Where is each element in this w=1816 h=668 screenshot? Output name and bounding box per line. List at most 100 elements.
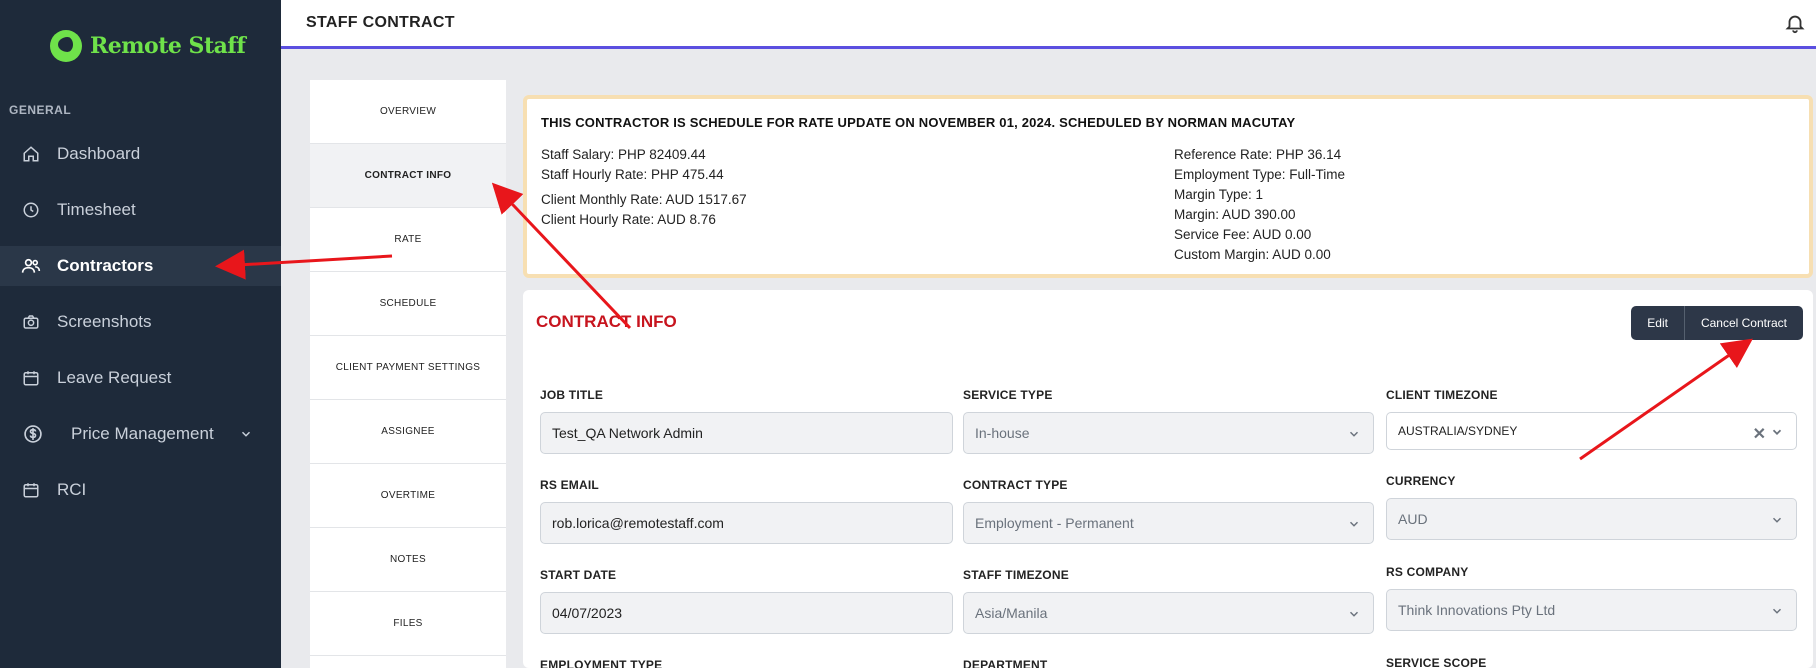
- staff-salary: Staff Salary: PHP 82409.44: [541, 147, 706, 162]
- sidebar-item-screenshots[interactable]: Screenshots: [0, 302, 281, 342]
- currency-select[interactable]: AUD: [1386, 498, 1797, 540]
- contract-type-select[interactable]: Employment - Permanent: [963, 502, 1374, 544]
- tab-assignee[interactable]: ASSIGNEE: [310, 400, 506, 464]
- service-type-field: SERVICE TYPE In-house: [963, 388, 1374, 454]
- sidebar-item-timesheet[interactable]: Timesheet: [0, 190, 281, 230]
- sidebar: Remote Staff GENERAL Dashboard Timesheet…: [0, 0, 281, 668]
- sidebar-section-label: GENERAL: [9, 103, 72, 117]
- contract-type-field: CONTRACT TYPE Employment - Permanent: [963, 478, 1374, 544]
- field-label: RS COMPANY: [1386, 565, 1469, 579]
- sidebar-item-label: Leave Request: [57, 368, 172, 387]
- contract-tabs: OVERVIEW CONTRACT INFO RATE SCHEDULE CLI…: [310, 80, 506, 668]
- field-label: CONTRACT TYPE: [963, 478, 1068, 492]
- camera-icon: [21, 312, 41, 332]
- field-label: EMPLOYMENT TYPE: [540, 658, 663, 668]
- rs-company-field: RS COMPANY Think Innovations Pty Ltd: [1386, 565, 1797, 631]
- calendar-icon: [21, 368, 41, 388]
- section-title: CONTRACT INFO: [536, 312, 677, 331]
- chevron-down-icon: [1770, 604, 1784, 621]
- field-label: START DATE: [540, 568, 617, 582]
- margin-type: Margin Type: 1: [1174, 187, 1264, 202]
- field-label: JOB TITLE: [540, 388, 604, 402]
- custom-margin: Custom Margin: AUD 0.00: [1174, 247, 1331, 262]
- select-value: AUSTRALIA/SYDNEY: [1398, 424, 1518, 438]
- service-fee: Service Fee: AUD 0.00: [1174, 227, 1312, 242]
- sidebar-item-label: Timesheet: [57, 200, 136, 219]
- alert-title: THIS CONTRACTOR IS SCHEDULE FOR RATE UPD…: [541, 115, 1296, 130]
- chevron-down-icon[interactable]: [1770, 425, 1784, 442]
- cancel-contract-button[interactable]: Cancel Contract: [1683, 306, 1803, 340]
- page-title: STAFF CONTRACT: [306, 14, 455, 31]
- sidebar-item-label: Contractors: [57, 256, 154, 275]
- margin: Margin: AUD 390.00: [1174, 207, 1296, 222]
- chevron-down-icon: [1347, 517, 1361, 534]
- rs-company-select[interactable]: Think Innovations Pty Ltd: [1386, 589, 1797, 631]
- job-title-input[interactable]: Test_QA Network Admin: [540, 412, 953, 454]
- contract-info-card: CONTRACT INFO Edit Cancel Contract JOB T…: [523, 290, 1813, 668]
- tab-schedule[interactable]: SCHEDULE: [310, 272, 506, 336]
- sidebar-item-label: Screenshots: [57, 312, 152, 331]
- field-label: SERVICE SCOPE: [1386, 656, 1487, 668]
- client-hourly-rate: Client Hourly Rate: AUD 8.76: [541, 212, 716, 227]
- sidebar-item-price-management[interactable]: Price Management: [0, 414, 281, 454]
- clear-icon[interactable]: ✕: [1753, 424, 1766, 444]
- select-value: Think Innovations Pty Ltd: [1398, 602, 1556, 618]
- select-value: In-house: [975, 425, 1030, 441]
- top-header: STAFF CONTRACT: [281, 0, 1816, 49]
- chevron-down-icon: [1347, 427, 1361, 444]
- rs-email-field: RS EMAIL rob.lorica@remotestaff.com: [540, 478, 953, 544]
- rs-email-input[interactable]: rob.lorica@remotestaff.com: [540, 502, 953, 544]
- job-title-field: JOB TITLE Test_QA Network Admin: [540, 388, 953, 454]
- currency-field: CURRENCY AUD: [1386, 474, 1797, 540]
- field-label: DEPARTMENT: [963, 658, 1048, 668]
- bell-icon[interactable]: [1784, 12, 1806, 34]
- staff-timezone-select[interactable]: Asia/Manila: [963, 592, 1374, 634]
- sidebar-item-dashboard[interactable]: Dashboard: [0, 134, 281, 174]
- logo-icon: [50, 30, 82, 62]
- clock-icon: [21, 200, 41, 220]
- start-date-input[interactable]: 04/07/2023: [540, 592, 953, 634]
- chevron-down-icon: [1347, 607, 1361, 624]
- service-type-select[interactable]: In-house: [963, 412, 1374, 454]
- reference-rate: Reference Rate: PHP 36.14: [1174, 147, 1342, 162]
- start-date-field: START DATE 04/07/2023: [540, 568, 953, 634]
- client-monthly-rate: Client Monthly Rate: AUD 1517.67: [541, 192, 747, 207]
- alert-rates-left: Staff Salary: PHP 82409.44 Staff Hourly …: [541, 145, 747, 230]
- client-timezone-select[interactable]: AUSTRALIA/SYDNEY ✕: [1386, 412, 1797, 450]
- chevron-down-icon[interactable]: [239, 426, 253, 446]
- employment-type-info: Employment Type: Full-Time: [1174, 167, 1346, 182]
- field-label: RS EMAIL: [540, 478, 599, 492]
- chevron-down-icon: [1770, 513, 1784, 530]
- edit-button[interactable]: Edit: [1631, 306, 1684, 340]
- employment-type-field: EMPLOYMENT TYPE: [540, 658, 953, 668]
- dollar-icon: [23, 424, 43, 444]
- tab-overtime[interactable]: OVERTIME: [310, 464, 506, 528]
- brand-logo[interactable]: Remote Staff: [50, 30, 246, 62]
- tab-client-payment-settings[interactable]: CLIENT PAYMENT SETTINGS: [310, 336, 506, 400]
- sidebar-item-label: Price Management: [71, 424, 214, 443]
- field-label: SERVICE TYPE: [963, 388, 1053, 402]
- rate-update-alert: THIS CONTRACTOR IS SCHEDULE FOR RATE UPD…: [523, 95, 1813, 278]
- brand-name: Remote Staff: [90, 33, 246, 59]
- sidebar-item-leave-request[interactable]: Leave Request: [0, 358, 281, 398]
- tab-rate[interactable]: RATE: [310, 208, 506, 272]
- sidebar-item-label: RCI: [57, 480, 87, 499]
- staff-timezone-field: STAFF TIMEZONE Asia/Manila: [963, 568, 1374, 634]
- contract-actions: Edit Cancel Contract: [1631, 306, 1803, 340]
- alert-rates-right: Reference Rate: PHP 36.14 Employment Typ…: [1174, 145, 1345, 265]
- client-timezone-field: CLIENT TIMEZONE AUSTRALIA/SYDNEY ✕: [1386, 388, 1797, 450]
- sidebar-item-rci[interactable]: RCI: [0, 470, 281, 510]
- field-label: CLIENT TIMEZONE: [1386, 388, 1498, 402]
- select-value: AUD: [1398, 511, 1428, 527]
- tab-notes[interactable]: NOTES: [310, 528, 506, 592]
- tab-overview[interactable]: OVERVIEW: [310, 80, 506, 144]
- tab-contract-info[interactable]: CONTRACT INFO: [310, 144, 506, 208]
- select-value: Employment - Permanent: [975, 515, 1134, 531]
- calendar-icon: [21, 480, 41, 500]
- staff-hourly-rate: Staff Hourly Rate: PHP 475.44: [541, 167, 724, 182]
- sidebar-item-contractors[interactable]: Contractors: [0, 246, 281, 286]
- department-field: DEPARTMENT: [963, 658, 1374, 668]
- service-scope-field: SERVICE SCOPE: [1386, 656, 1797, 668]
- field-label: STAFF TIMEZONE: [963, 568, 1069, 582]
- tab-files[interactable]: FILES: [310, 592, 506, 656]
